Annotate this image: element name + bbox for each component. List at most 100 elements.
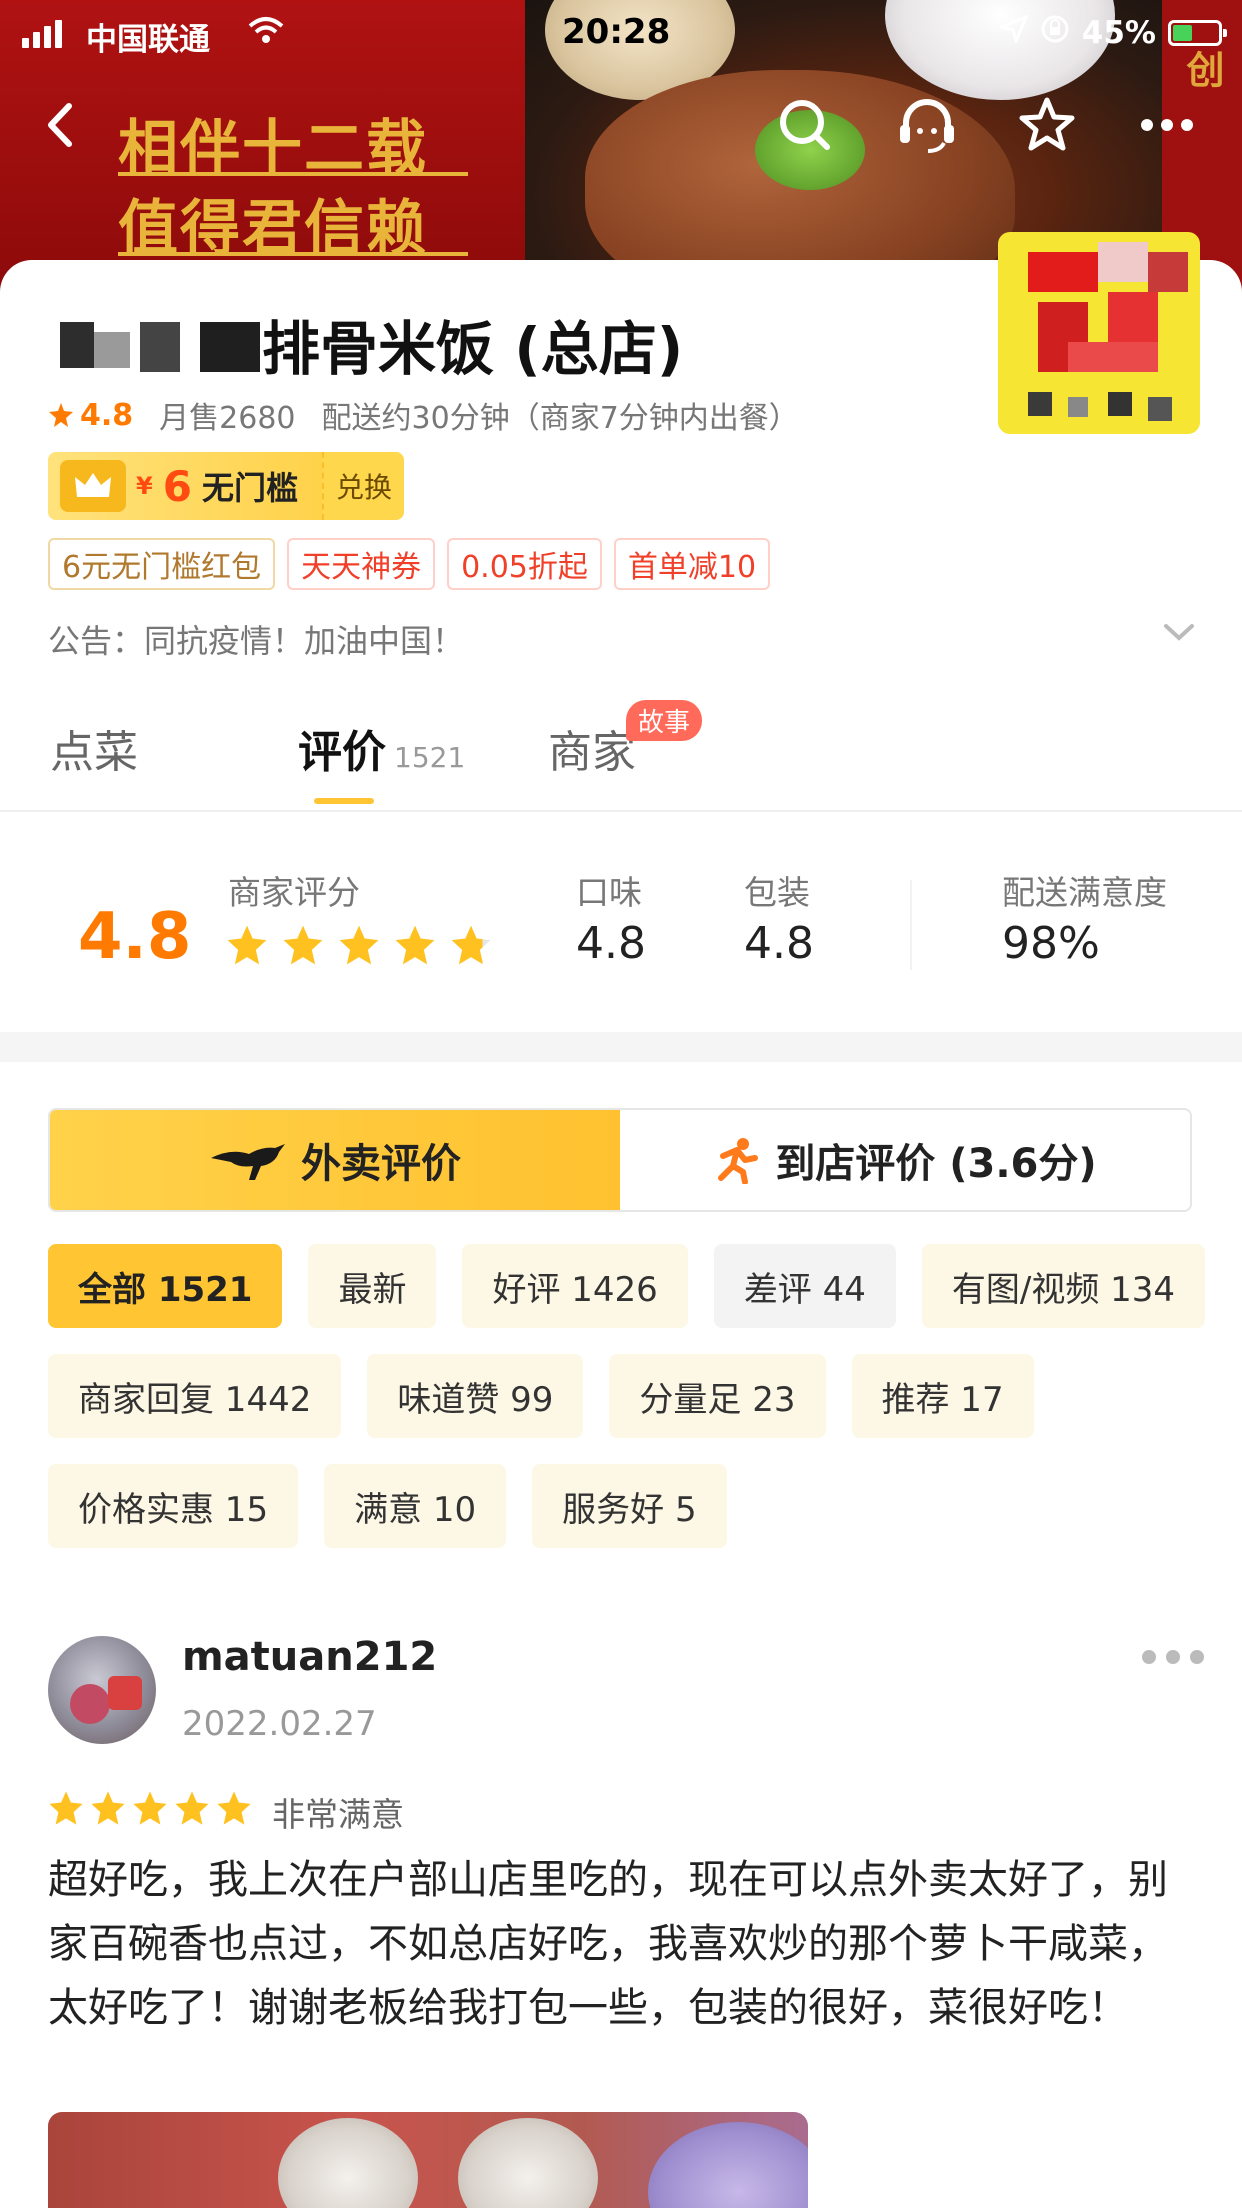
redacted-text-block <box>60 322 94 368</box>
tab-menu[interactable]: 点菜 <box>50 716 138 780</box>
star-icon <box>395 925 435 965</box>
review-stars <box>48 1790 252 1826</box>
status-bar: 中国联通 20:28 45% <box>0 0 1242 64</box>
customer-service-button[interactable] <box>892 90 962 160</box>
back-button[interactable] <box>26 90 96 160</box>
review-source-segment: 外卖评价 到店评价 (3.6分) <box>48 1108 1192 1212</box>
star-icon <box>339 925 379 965</box>
tab-reviews-label: 评价 <box>298 727 386 778</box>
star-icon <box>217 1791 251 1825</box>
shop-tabs: 点菜 评价 1521 商家 故事 <box>0 700 1242 812</box>
battery-percent: 45% <box>1081 15 1156 51</box>
coupon-currency: ¥ <box>136 472 153 500</box>
redacted-text-block <box>94 332 130 368</box>
filter-chip[interactable]: 价格实惠 15 <box>48 1464 299 1548</box>
coupon-card[interactable]: ¥ 6 无门槛 兑换 <box>48 452 404 520</box>
battery-icon <box>1168 20 1227 46</box>
signal-icon <box>22 20 62 48</box>
shop-name: 排骨米饭 (总店) <box>262 315 684 383</box>
shop-notice[interactable]: 公告：同抗疫情！加油中国！ <box>48 616 464 662</box>
carrier-label: 中国联通 <box>86 22 210 58</box>
delivery-satisfaction-value: 98% <box>1002 918 1100 969</box>
star-icon <box>227 925 267 965</box>
rotation-lock-icon <box>1040 14 1070 52</box>
package-score: 4.8 <box>744 918 814 969</box>
package-label: 包装 <box>744 873 810 912</box>
star-icon <box>49 403 73 427</box>
filter-chip[interactable]: 最新 <box>308 1244 437 1328</box>
takeout-reviews-tab[interactable]: 外卖评价 <box>50 1110 620 1210</box>
star-icon <box>1019 97 1075 151</box>
filter-chip[interactable]: 服务好 5 <box>532 1464 727 1548</box>
location-icon <box>997 14 1029 51</box>
review-level: 非常满意 <box>272 1795 404 1834</box>
star-icon <box>175 1791 209 1825</box>
review-photo[interactable] <box>48 2112 808 2208</box>
promo-tag[interactable]: 0.05折起 <box>447 538 602 590</box>
overall-score-label: 商家评分 <box>228 873 360 912</box>
active-tab-indicator <box>314 798 374 804</box>
customer-service-icon <box>900 99 954 153</box>
filter-chip[interactable]: 差评 44 <box>713 1244 896 1328</box>
delivery-time: 配送约30分钟（商家7分钟内出餐） <box>321 401 799 436</box>
takeout-reviews-label: 外卖评价 <box>301 1141 461 1187</box>
promo-tag[interactable]: 6元无门槛红包 <box>48 538 276 590</box>
redacted-text-block <box>200 322 260 372</box>
wifi-icon <box>246 16 286 54</box>
story-badge: 故事 <box>626 700 703 741</box>
taste-score: 4.8 <box>576 918 646 969</box>
review-username[interactable]: matuan212 <box>182 1634 437 1680</box>
search-button[interactable] <box>770 90 840 160</box>
star-icon <box>283 925 323 965</box>
slogan-underline <box>118 252 468 256</box>
star-icon <box>91 1791 125 1825</box>
clock: 20:28 <box>562 12 671 52</box>
avatar[interactable] <box>48 1636 156 1744</box>
filter-chip[interactable]: 分量足 23 <box>609 1354 826 1438</box>
back-icon <box>48 103 72 147</box>
filter-chip[interactable]: 好评 1426 <box>462 1244 688 1328</box>
more-button[interactable] <box>1132 90 1202 160</box>
star-icon <box>451 925 491 965</box>
filter-chip[interactable]: 满意 10 <box>324 1464 507 1548</box>
promo-tag[interactable]: 首单减10 <box>613 538 771 590</box>
monthly-sales: 月售2680 <box>159 401 296 436</box>
shop-meta: 4.8 月售2680 配送约30分钟（商家7分钟内出餐） <box>48 393 799 437</box>
shop-rating: 4.8 <box>48 398 133 433</box>
review-more-icon[interactable] <box>1142 1650 1204 1664</box>
dinein-reviews-tab[interactable]: 到店评价 (3.6分) <box>620 1110 1190 1210</box>
coupon-redeem-button[interactable]: 兑换 <box>321 452 404 520</box>
tab-reviews-count: 1521 <box>394 741 466 774</box>
filter-chip[interactable]: 商家回复 1442 <box>48 1354 342 1438</box>
overall-stars <box>226 924 492 966</box>
star-icon <box>133 1791 167 1825</box>
tab-reviews[interactable]: 评价 1521 <box>298 716 465 780</box>
divider <box>910 880 912 970</box>
filter-chip[interactable]: 味道赞 99 <box>367 1354 584 1438</box>
filter-chip[interactable]: 全部 1521 <box>48 1244 283 1328</box>
dinein-reviews-label: 到店评价 (3.6分) <box>775 1141 1097 1187</box>
crown-icon <box>60 460 126 512</box>
section-divider <box>0 1032 1242 1062</box>
coupon-amount: 6 <box>162 461 192 511</box>
slogan-underline <box>118 172 468 176</box>
running-person-icon <box>718 1138 759 1184</box>
review-text: 超好吃，我上次在户部山店里吃的，现在可以点外卖太好了，别家百碗香也点过，不如总店… <box>48 1857 1168 2031</box>
review-filters: 全部 1521 最新 好评 1426 差评 44 有图/视频 134 商家回复 1442 味… <box>48 1244 1208 1548</box>
overall-score: 4.8 <box>78 900 192 974</box>
delivery-satisfaction-label: 配送满意度 <box>1002 873 1167 912</box>
tab-merchant[interactable]: 商家 <box>548 716 636 780</box>
shop-rating-value: 4.8 <box>80 397 134 433</box>
promo-tags: 6元无门槛红包 天天神券 0.05折起 首单减10 <box>48 538 771 590</box>
promo-tag[interactable]: 天天神券 <box>287 538 436 590</box>
filter-chip[interactable]: 有图/视频 134 <box>921 1244 1206 1328</box>
chevron-down-icon[interactable] <box>1162 620 1196 648</box>
review-date: 2022.02.27 <box>182 1704 377 1744</box>
taste-label: 口味 <box>576 873 642 912</box>
coupon-condition: 无门槛 <box>201 469 298 507</box>
favorite-button[interactable] <box>1012 90 1082 160</box>
redacted-text-block <box>140 322 180 372</box>
filter-chip[interactable]: 推荐 17 <box>851 1354 1034 1438</box>
kangaroo-icon <box>211 1144 285 1180</box>
search-icon <box>780 100 830 150</box>
